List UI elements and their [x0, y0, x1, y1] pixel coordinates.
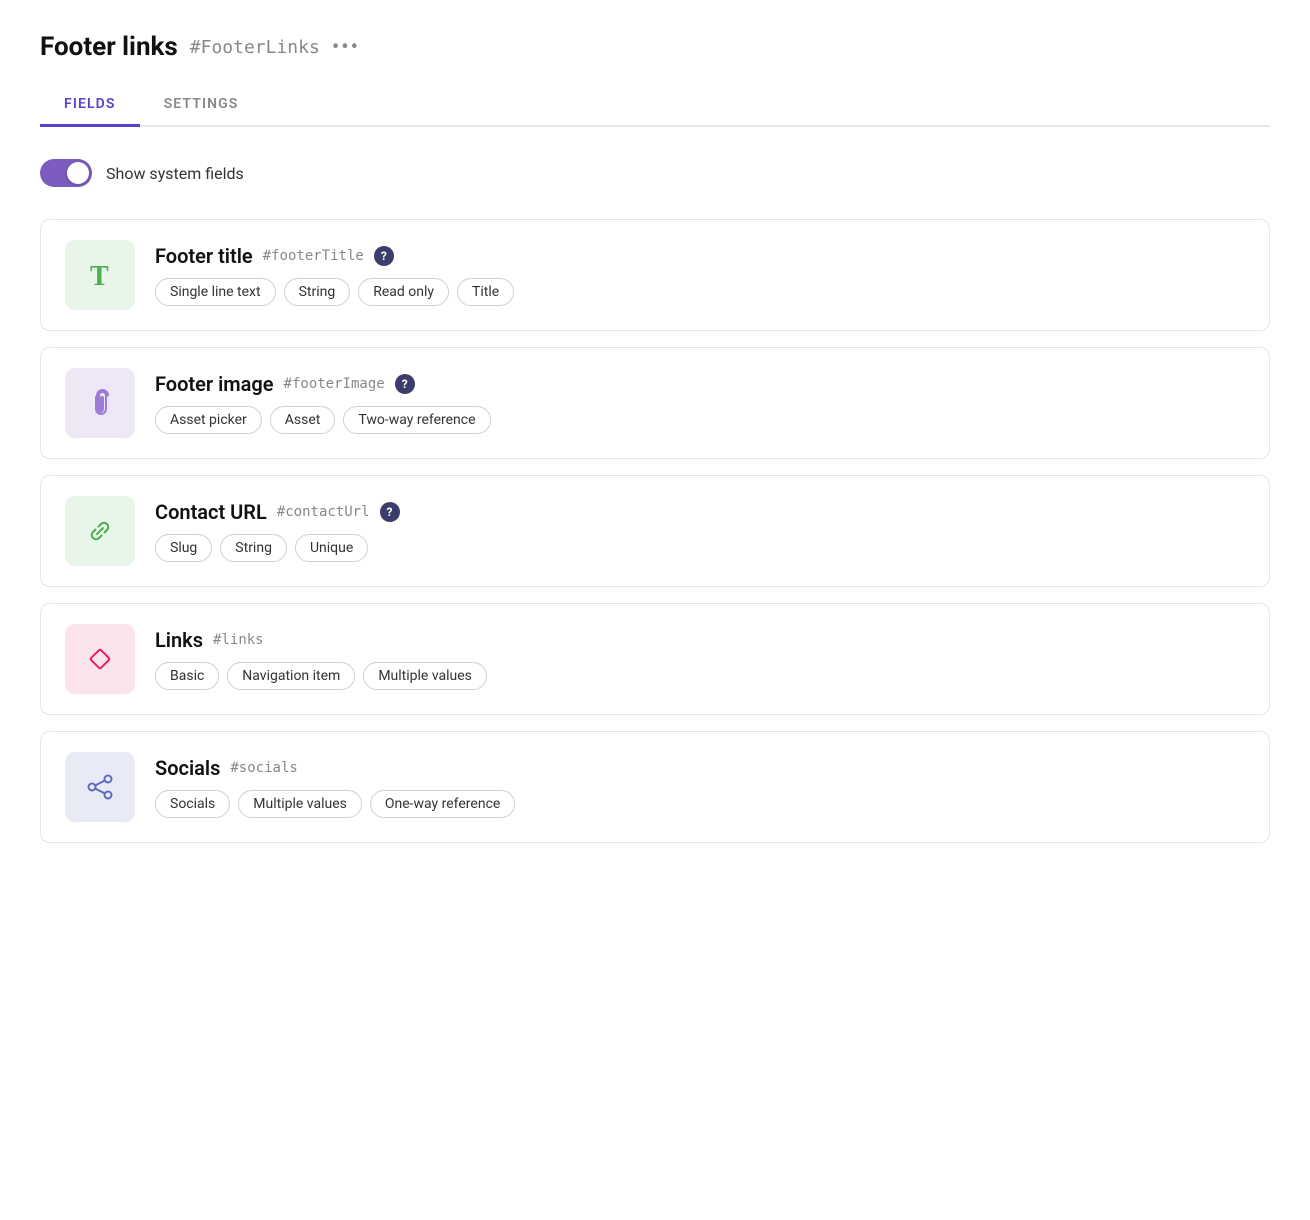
field-card-contact-url: Contact URL #contactUrl ? Slug String Un…: [40, 475, 1270, 587]
tag: Read only: [358, 278, 449, 306]
field-hash: #footerImage: [284, 376, 385, 392]
field-tags: Socials Multiple values One-way referenc…: [155, 790, 1245, 818]
field-name: Socials: [155, 756, 220, 780]
field-card-socials: Socials #socials Socials Multiple values…: [40, 731, 1270, 843]
tag: Basic: [155, 662, 219, 690]
field-content-contact-url: Contact URL #contactUrl ? Slug String Un…: [155, 500, 1245, 562]
field-tags: Basic Navigation item Multiple values: [155, 662, 1245, 690]
field-name-row: Contact URL #contactUrl ?: [155, 500, 1245, 524]
field-name: Footer image: [155, 372, 274, 396]
tag: Slug: [155, 534, 212, 562]
field-name: Footer title: [155, 244, 253, 268]
toggle-row: Show system fields: [40, 159, 1270, 187]
field-name-row: Footer title #footerTitle ?: [155, 244, 1245, 268]
field-content-links: Links #links Basic Navigation item Multi…: [155, 628, 1245, 690]
field-content-footer-image: Footer image #footerImage ? Asset picker…: [155, 372, 1245, 434]
field-card-footer-title: T Footer title #footerTitle ? Single lin…: [40, 219, 1270, 331]
tabs-bar: FIELDS SETTINGS: [40, 86, 1270, 127]
toggle-label: Show system fields: [106, 164, 244, 183]
tag: Unique: [295, 534, 368, 562]
field-name: Contact URL: [155, 500, 267, 524]
field-name-row: Footer image #footerImage ?: [155, 372, 1245, 396]
tag: String: [284, 278, 351, 306]
show-system-fields-toggle[interactable]: [40, 159, 92, 187]
field-icon-footer-title: T: [65, 240, 135, 310]
field-tags: Single line text String Read only Title: [155, 278, 1245, 306]
field-card-links: Links #links Basic Navigation item Multi…: [40, 603, 1270, 715]
field-tags: Slug String Unique: [155, 534, 1245, 562]
page-title: Footer links: [40, 32, 178, 62]
field-name-row: Socials #socials: [155, 756, 1245, 780]
fields-list: T Footer title #footerTitle ? Single lin…: [40, 219, 1270, 843]
tag: Two-way reference: [343, 406, 490, 434]
field-icon-socials: [65, 752, 135, 822]
field-tags: Asset picker Asset Two-way reference: [155, 406, 1245, 434]
page-header: Footer links #FooterLinks •••: [40, 32, 1270, 62]
tab-settings[interactable]: SETTINGS: [140, 86, 263, 127]
tag: Title: [457, 278, 514, 306]
field-name: Links: [155, 628, 203, 652]
field-hash: #socials: [230, 760, 297, 776]
tag: Asset: [270, 406, 336, 434]
tag: Multiple values: [363, 662, 487, 690]
field-content-socials: Socials #socials Socials Multiple values…: [155, 756, 1245, 818]
field-name-row: Links #links: [155, 628, 1245, 652]
tag: Single line text: [155, 278, 276, 306]
field-card-footer-image: Footer image #footerImage ? Asset picker…: [40, 347, 1270, 459]
field-icon-contact-url: [65, 496, 135, 566]
more-options-icon[interactable]: •••: [332, 35, 360, 60]
help-icon[interactable]: ?: [374, 246, 394, 266]
field-icon-footer-image: [65, 368, 135, 438]
tag: String: [220, 534, 287, 562]
field-hash: #links: [213, 632, 264, 648]
tab-fields[interactable]: FIELDS: [40, 86, 140, 127]
help-icon[interactable]: ?: [380, 502, 400, 522]
tag: Socials: [155, 790, 230, 818]
help-icon[interactable]: ?: [395, 374, 415, 394]
svg-text:T: T: [90, 261, 109, 292]
tag: Multiple values: [238, 790, 362, 818]
field-icon-links: [65, 624, 135, 694]
field-hash: #contactUrl: [277, 504, 370, 520]
tag: Navigation item: [227, 662, 355, 690]
tag: One-way reference: [370, 790, 515, 818]
tag: Asset picker: [155, 406, 262, 434]
page-hash: #FooterLinks: [190, 37, 320, 58]
field-content-footer-title: Footer title #footerTitle ? Single line …: [155, 244, 1245, 306]
field-hash: #footerTitle: [263, 248, 364, 264]
